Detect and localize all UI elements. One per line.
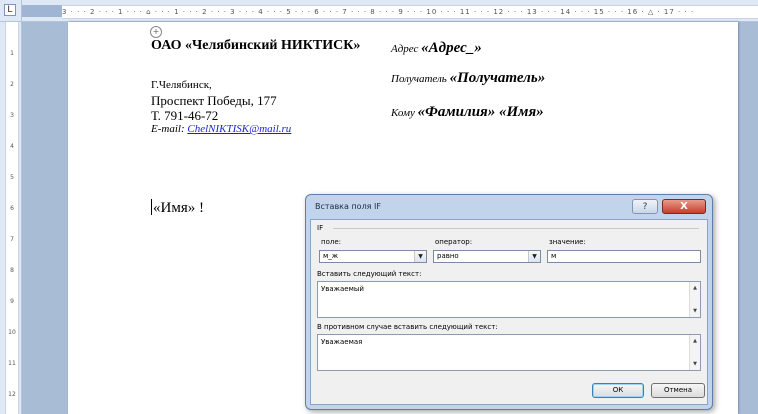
horizontal-ruler[interactable]: 3 · · · 2 · · · 1 · · · ⌂ · · · 1 · · · … [22,0,758,22]
ruler-corner[interactable]: L [0,0,22,22]
city-line: Г.Челябинск, [151,79,212,91]
org-name: ОАО «Челябинский НИКТИСК» [151,38,361,53]
text-cursor [151,199,152,215]
else-text-box[interactable]: Уважаемая ▲ ▼ [317,334,701,371]
email-link[interactable]: ChelNIKTISK@mail.ru [187,123,291,135]
recipient-label: Получатель [391,73,450,85]
cancel-button[interactable]: Отмена [651,383,705,398]
address-merge-field[interactable]: «Адрес_» [421,40,482,56]
field-select-value: м_ж [323,252,339,260]
else-text-value: Уважаемая [321,338,363,346]
recipient-merge-field[interactable]: «Получатель» [450,70,546,86]
dialog-body: IF поле: м_ж ▼ оператор: равно ▼ значени… [310,219,708,405]
insert-text-label: Вставить следующий текст: [317,270,422,278]
insert-text-value: Уважаемый [321,285,364,293]
vertical-ruler-mark: 11 [8,360,16,367]
phone-line: Т. 791-46-72 [151,108,219,123]
if-section-label: IF [317,224,324,232]
operator-select[interactable]: равно ▼ [433,250,541,263]
field-label: поле: [321,238,341,246]
to-label: Кому [391,107,418,119]
insert-if-field-dialog: Вставка поля IF ? X IF поле: м_ж ▼ опера… [305,194,713,410]
vertical-ruler-mark: 12 [8,391,16,398]
scroll-down-icon[interactable]: ▼ [690,361,700,367]
vertical-ruler[interactable]: 1 2 3 4 5 6 7 8 9 10 11 12 [0,22,22,414]
help-button[interactable]: ? [632,199,658,214]
tab-stop-icon[interactable]: L [4,4,16,16]
vertical-ruler-mark: 2 [10,81,14,88]
chevron-down-icon[interactable]: ▼ [528,251,540,262]
scroll-down-icon[interactable]: ▼ [690,308,700,314]
to-merge-field[interactable]: «Фамилия» «Имя» [418,104,544,120]
address-label: Адрес [391,43,422,55]
dialog-title: Вставка поля IF [315,202,381,211]
recipient-line: Получатель «Получатель» [391,70,545,87]
email-line: E-mail: ChelNIKTISK@mail.ru [151,123,291,135]
scrollbar[interactable]: ▲ ▼ [689,282,700,317]
ruler-marks: 3 · · · 2 · · · 1 · · · ⌂ · · · 1 · · · … [62,5,758,19]
vertical-ruler-mark: 9 [10,298,14,305]
greeting-line[interactable]: «Имя» ! [151,199,204,217]
value-label: значение: [549,238,586,246]
scroll-up-icon[interactable]: ▲ [690,338,700,344]
value-input[interactable]: м [547,250,701,263]
if-divider [333,228,699,229]
ok-button[interactable]: ОК [592,383,644,398]
ruler-left-margin [22,5,62,17]
vertical-ruler-mark: 8 [10,267,14,274]
vertical-ruler-mark: 5 [10,174,14,181]
else-text-label: В противном случае вставить следующий те… [317,323,498,331]
insert-text-box[interactable]: Уважаемый ▲ ▼ [317,281,701,318]
vertical-ruler-mark: 7 [10,236,14,243]
value-input-text: м [551,252,557,260]
operator-label: оператор: [435,238,473,246]
scrollbar[interactable]: ▲ ▼ [689,335,700,370]
operator-select-value: равно [437,252,459,260]
vertical-ruler-mark: 10 [8,329,16,336]
vertical-ruler-mark: 4 [10,143,14,150]
field-select[interactable]: м_ж ▼ [319,250,427,263]
greeting-merge-field[interactable]: «Имя» ! [153,200,204,216]
street-line: Проспект Победы, 177 [151,93,277,108]
to-line: Кому «Фамилия» «Имя» [391,104,544,121]
vertical-ruler-mark: 6 [10,205,14,212]
anchor-icon[interactable]: + [150,26,162,38]
scroll-up-icon[interactable]: ▲ [690,285,700,291]
vertical-ruler-mark: 3 [10,112,14,119]
chevron-down-icon[interactable]: ▼ [414,251,426,262]
vertical-ruler-mark: 1 [10,50,14,57]
close-button[interactable]: X [662,199,706,214]
address-line: Адрес «Адрес_» [391,40,482,57]
vertical-ruler-track: 1 2 3 4 5 6 7 8 9 10 11 12 [5,22,19,414]
email-label: E-mail: [151,123,188,135]
